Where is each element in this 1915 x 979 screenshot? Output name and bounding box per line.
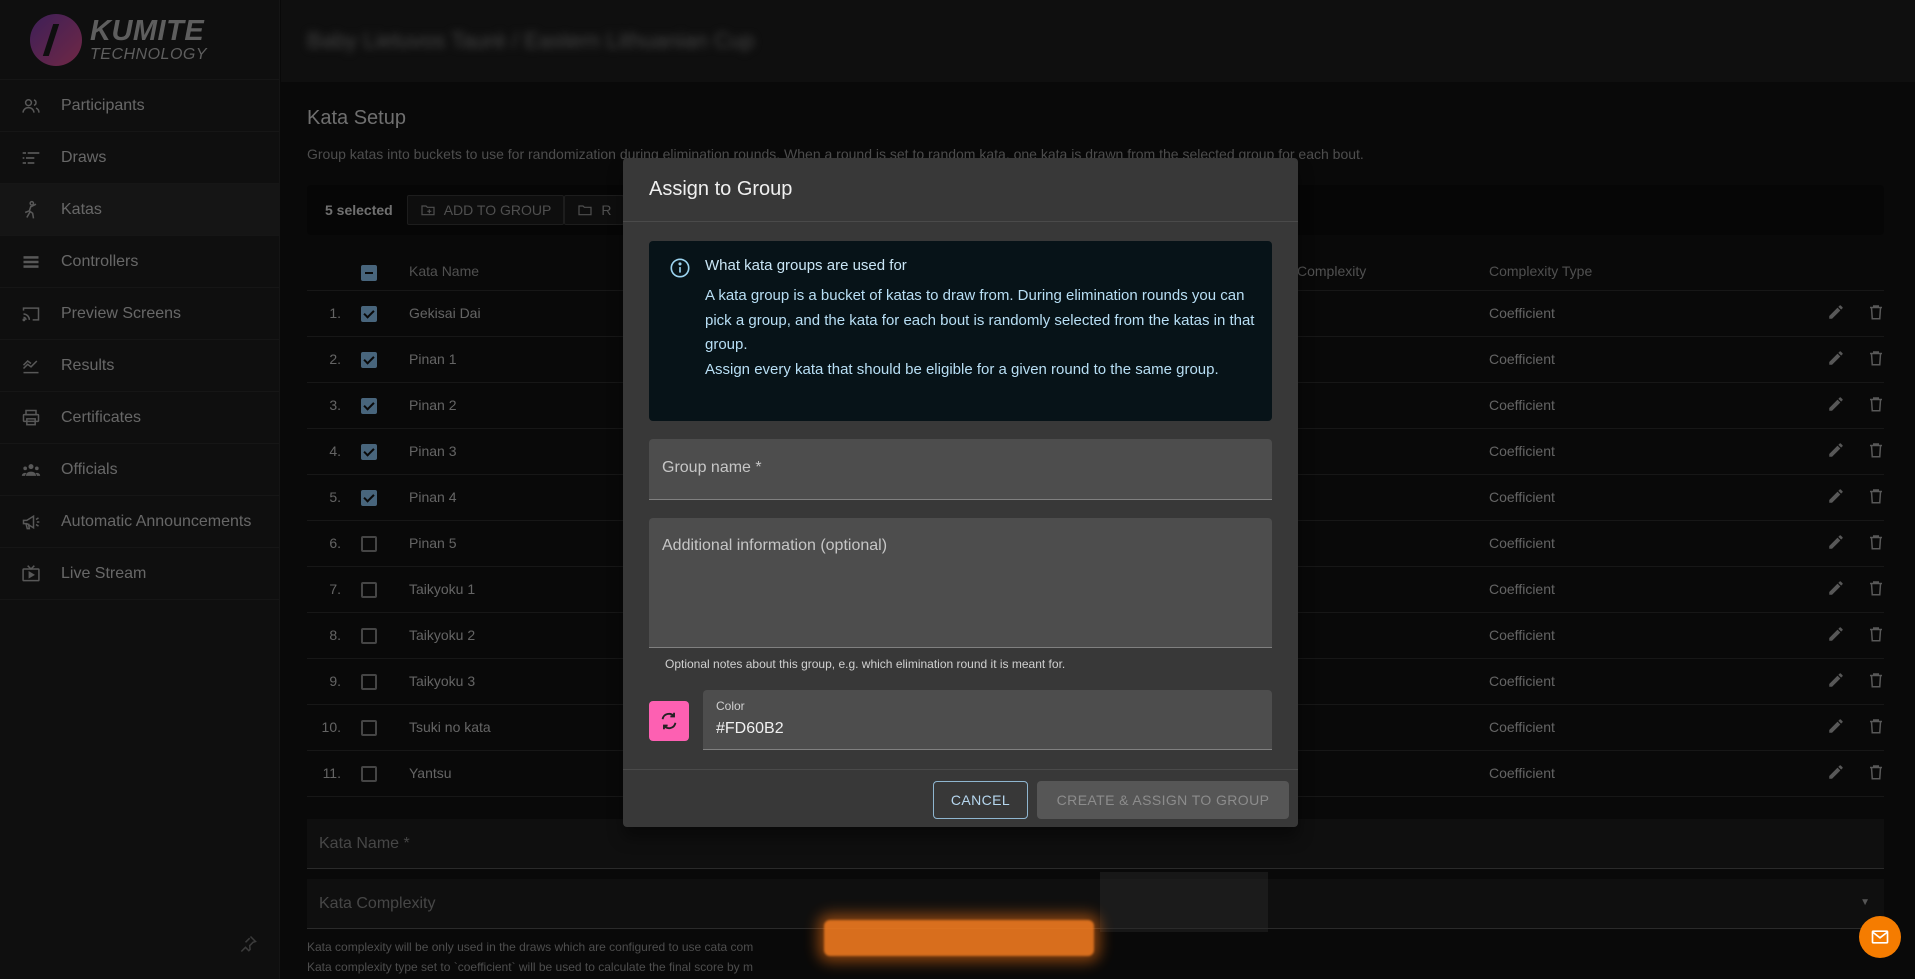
mail-fab-button[interactable] [1859,916,1901,958]
blurred-save-button [824,920,1094,956]
color-input[interactable]: Color #FD60B2 [703,690,1272,750]
dialog-title: Assign to Group [623,158,1298,222]
randomize-color-button[interactable] [649,701,689,741]
blurred-dropdown [1100,872,1268,932]
cancel-button[interactable]: CANCEL [933,781,1028,819]
additional-info-hint: Optional notes about this group, e.g. wh… [665,657,1066,671]
info-alert: What kata groups are used for A kata gro… [649,241,1272,421]
info-body-paragraph: A kata group is a bucket of katas to dra… [705,287,1255,353]
mail-icon [1871,930,1889,944]
info-icon [669,257,691,279]
create-and-assign-button[interactable]: CREATE & ASSIGN TO GROUP [1037,781,1289,819]
assign-to-group-dialog: Assign to Group What kata groups are use… [623,158,1298,827]
additional-info-textarea[interactable]: Additional information (optional) [649,518,1272,648]
info-body-paragraph: Assign every kata that should be eligibl… [705,360,1219,378]
info-title: What kata groups are used for [705,257,907,274]
dialog-actions: CANCEL CREATE & ASSIGN TO GROUP [623,769,1298,827]
group-name-input[interactable]: Group name * [649,439,1272,500]
refresh-icon [661,712,677,730]
